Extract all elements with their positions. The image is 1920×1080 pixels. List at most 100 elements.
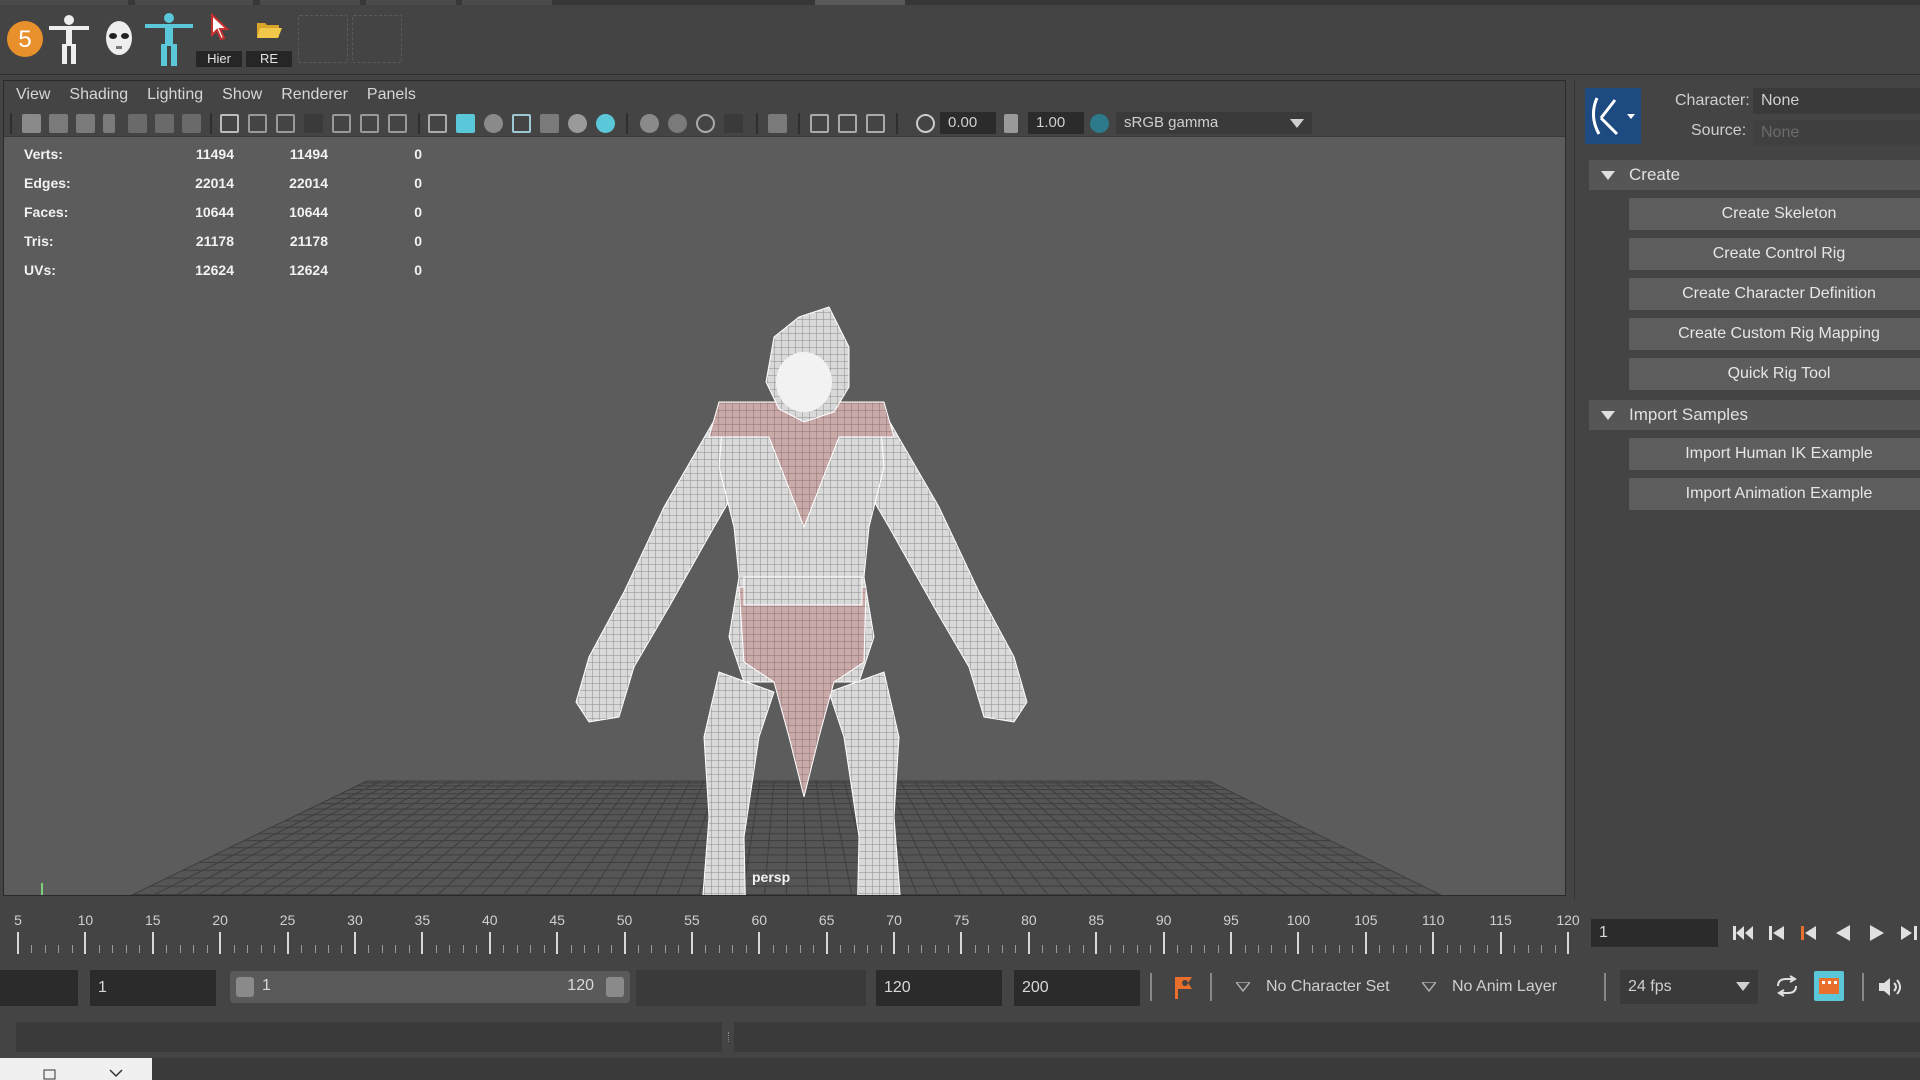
anim-end-time-field[interactable]: 200	[1014, 970, 1140, 1006]
exposure-field[interactable]: 0.00	[940, 112, 996, 134]
xray-icon[interactable]	[810, 114, 829, 133]
create-custom-rig-mapping-button[interactable]: Create Custom Rig Mapping	[1629, 318, 1920, 350]
end-time-field[interactable]: 120	[876, 970, 1002, 1006]
chevron-down-icon	[1422, 982, 1436, 992]
loop-button[interactable]	[1774, 974, 1800, 1003]
camera-attributes-icon[interactable]	[76, 114, 95, 133]
quick-rig-tool-button[interactable]: Quick Rig Tool	[1629, 358, 1920, 390]
empty-shelf-slot[interactable]	[298, 15, 348, 63]
time-tick	[1432, 932, 1435, 954]
multisample-aa-icon[interactable]	[696, 114, 715, 133]
hier-select-button[interactable]: Hier	[192, 11, 246, 67]
range-end-handle[interactable]	[606, 977, 624, 997]
fps-dropdown[interactable]: 24 fps	[1620, 970, 1758, 1004]
time-slider[interactable]: 5 10 15 20 25 30 35 40 45 50 55 60 65 70 75 80 85 90 95 100…	[0, 905, 1580, 955]
create-skeleton-button[interactable]: Create Skeleton	[1629, 198, 1920, 230]
time-subtick	[1379, 945, 1381, 953]
time-tick-label: 75	[953, 912, 970, 928]
time-subtick	[1217, 945, 1219, 953]
time-tick-label: 65	[818, 912, 835, 928]
command-input[interactable]	[16, 1022, 722, 1052]
default-material-icon[interactable]	[484, 114, 503, 133]
hud-value: 12624	[195, 261, 234, 278]
play-backward-button[interactable]	[1830, 920, 1856, 946]
menu-panels[interactable]: Panels	[367, 86, 416, 104]
time-tick-label: 25	[279, 912, 296, 928]
film-gate-icon[interactable]	[248, 114, 267, 133]
screen-space-ao-icon[interactable]	[640, 114, 659, 133]
lock-camera-icon[interactable]	[49, 114, 68, 133]
current-frame-field[interactable]: 1	[1591, 919, 1718, 947]
skeleton-tool-button[interactable]	[42, 11, 96, 67]
re-open-button[interactable]: RE	[242, 11, 296, 67]
bookmark-icon[interactable]	[103, 114, 115, 133]
toolbar-separator	[1604, 973, 1606, 1001]
import-human-ik-example-button[interactable]: Import Human IK Example	[1629, 438, 1920, 470]
character-dropdown[interactable]: None	[1753, 88, 1920, 114]
humanik-character-button[interactable]	[142, 11, 196, 67]
empty-shelf-slot[interactable]	[352, 15, 402, 63]
blank-field[interactable]	[0, 970, 78, 1006]
grid-icon[interactable]	[220, 114, 239, 133]
wireframe-icon[interactable]	[428, 114, 447, 133]
source-dropdown[interactable]: None	[1753, 120, 1920, 146]
anim-layer-dropdown[interactable]: No Anim Layer	[1418, 970, 1598, 1004]
view-transform-dropdown[interactable]: sRGB gamma	[1116, 112, 1312, 134]
import-animation-example-button[interactable]: Import Animation Example	[1629, 478, 1920, 510]
sound-button[interactable]	[1876, 975, 1904, 1004]
grease-pencil-icon[interactable]	[182, 114, 201, 133]
gate-mask-icon[interactable]	[304, 114, 323, 133]
step-forward-button[interactable]	[1896, 920, 1920, 946]
time-subtick	[570, 945, 572, 953]
safe-title-icon[interactable]	[388, 114, 407, 133]
isolate-select-icon[interactable]	[768, 114, 787, 133]
use-all-lights-icon[interactable]	[568, 114, 587, 133]
animation-prefs-button[interactable]	[1814, 971, 1844, 1001]
menu-shading[interactable]: Shading	[69, 86, 128, 104]
shadows-icon[interactable]	[596, 114, 615, 133]
step-back-key-button[interactable]	[1764, 920, 1790, 946]
depth-of-field-icon[interactable]	[724, 114, 743, 133]
start-time-field[interactable]: 1	[90, 970, 216, 1006]
smooth-shade-icon[interactable]	[456, 114, 475, 133]
playback-range-slider[interactable]: 1 120	[230, 971, 630, 1003]
gamma-field[interactable]: 1.00	[1028, 112, 1084, 134]
humanik-logo-button[interactable]	[1585, 88, 1641, 144]
go-to-start-button[interactable]	[1730, 920, 1756, 946]
safe-action-icon[interactable]	[360, 114, 379, 133]
gamma-icon[interactable]	[1004, 114, 1018, 133]
textured-icon[interactable]	[540, 114, 559, 133]
import-samples-section-header[interactable]: Import Samples	[1589, 400, 1920, 430]
play-forward-button[interactable]	[1864, 920, 1890, 946]
motion-blur-icon[interactable]	[668, 114, 687, 133]
create-section-header[interactable]: Create	[1589, 160, 1920, 190]
xray-joints-icon[interactable]	[866, 114, 885, 133]
xray-active-icon[interactable]	[838, 114, 857, 133]
exposure-icon[interactable]	[916, 114, 935, 133]
menu-view[interactable]: View	[16, 86, 50, 104]
splitter-handle[interactable]	[728, 1032, 731, 1042]
step-back-frame-button[interactable]	[1796, 920, 1822, 946]
create-character-definition-button[interactable]: Create Character Definition	[1629, 278, 1920, 310]
create-control-rig-button[interactable]: Create Control Rig	[1629, 238, 1920, 270]
time-subtick	[247, 945, 249, 953]
character-set-dropdown[interactable]: No Character Set	[1232, 970, 1408, 1004]
chevron-down-icon[interactable]	[109, 1069, 123, 1078]
menu-show[interactable]: Show	[222, 86, 262, 104]
perspective-viewport[interactable]: View Shading Lighting Show Renderer Pane…	[3, 80, 1566, 896]
range-start-handle[interactable]	[236, 977, 254, 997]
image-plane-icon[interactable]	[128, 114, 147, 133]
auto-key-button[interactable]	[1172, 973, 1194, 1006]
face-mask-button[interactable]	[92, 11, 146, 67]
minimized-window-tab[interactable]	[0, 1058, 152, 1080]
color-management-icon[interactable]	[1090, 114, 1109, 133]
field-chart-icon[interactable]	[332, 114, 351, 133]
view-transform-value: sRGB gamma	[1124, 114, 1219, 131]
resolution-gate-icon[interactable]	[276, 114, 295, 133]
restore-icon[interactable]	[43, 1069, 56, 1080]
menu-lighting[interactable]: Lighting	[147, 86, 203, 104]
wireframe-on-shaded-icon[interactable]	[512, 114, 531, 133]
2d-pan-zoom-icon[interactable]	[155, 114, 174, 133]
menu-renderer[interactable]: Renderer	[281, 86, 348, 104]
select-camera-icon[interactable]	[22, 114, 41, 133]
